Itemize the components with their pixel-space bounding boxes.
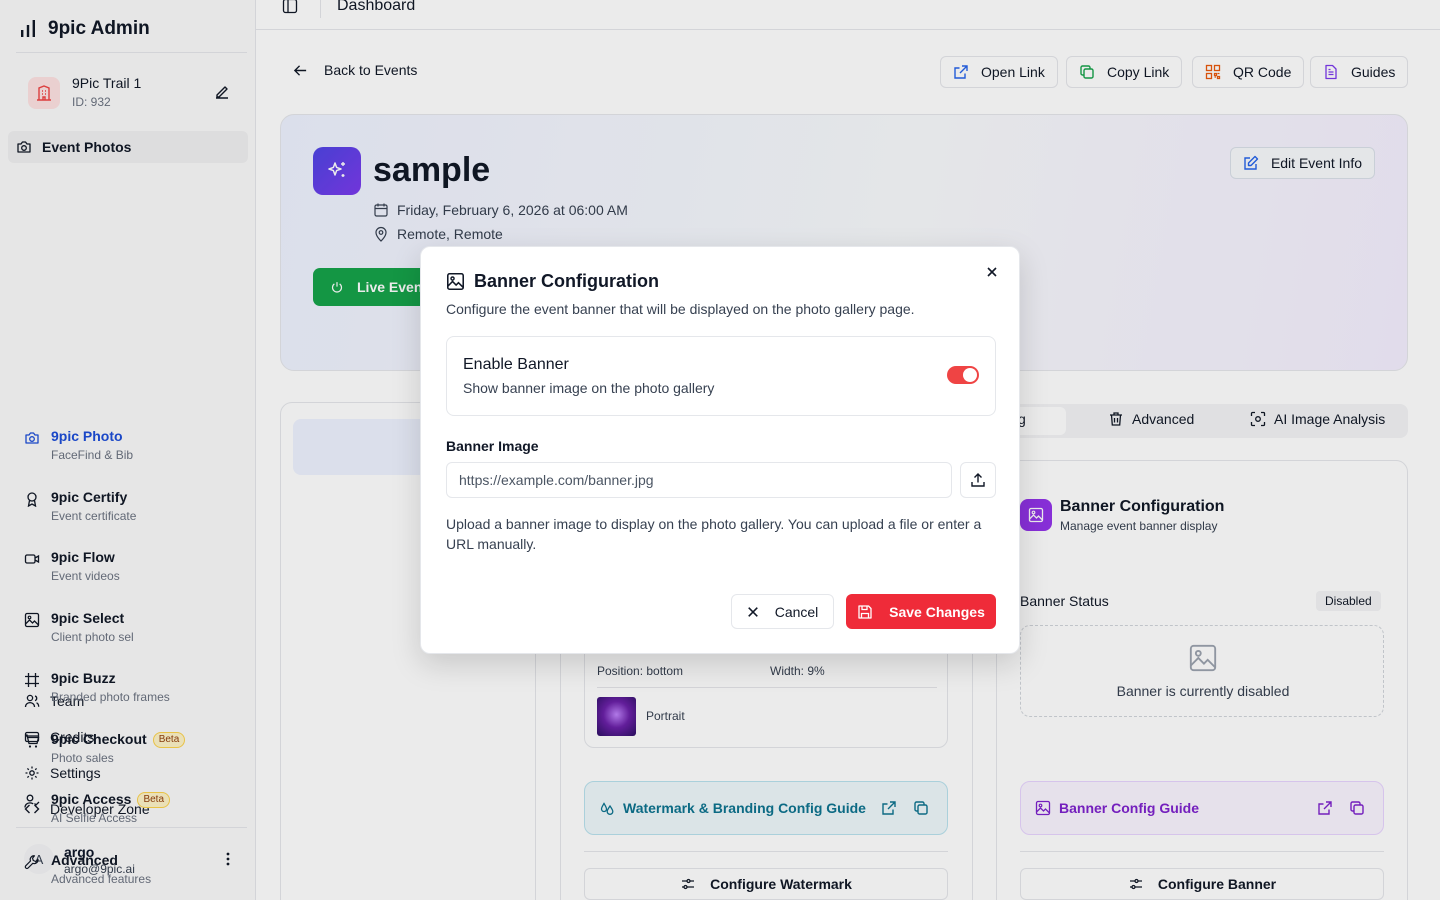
- enable-banner-subtitle: Show banner image on the photo gallery: [463, 380, 715, 396]
- upload-button[interactable]: [960, 462, 996, 498]
- save-icon: [858, 604, 872, 619]
- dialog-title: Banner Configuration: [446, 271, 659, 292]
- button-label: Cancel: [774, 603, 819, 620]
- close-icon[interactable]: [985, 265, 1001, 281]
- close-icon: [747, 606, 758, 617]
- banner-help-text: Upload a banner image to display on the …: [446, 516, 982, 552]
- enable-banner-card: Enable Banner Show banner image on the p…: [446, 336, 996, 416]
- image-icon: [447, 273, 464, 290]
- button-label: Save Changes: [889, 603, 985, 620]
- toggle-knob: [963, 368, 977, 382]
- cancel-button[interactable]: Cancel: [731, 594, 834, 629]
- banner-image-label: Banner Image: [446, 438, 539, 454]
- upload-icon: [971, 473, 985, 487]
- enable-banner-toggle[interactable]: [947, 366, 979, 384]
- banner-url-input[interactable]: [446, 462, 952, 498]
- dialog-description: Configure the event banner that will be …: [446, 301, 915, 317]
- dialog-title-text: Banner Configuration: [474, 271, 659, 291]
- banner-configuration-dialog: Banner Configuration Configure the event…: [420, 246, 1020, 654]
- enable-banner-title: Enable Banner: [463, 356, 569, 373]
- save-changes-button[interactable]: Save Changes: [846, 594, 996, 629]
